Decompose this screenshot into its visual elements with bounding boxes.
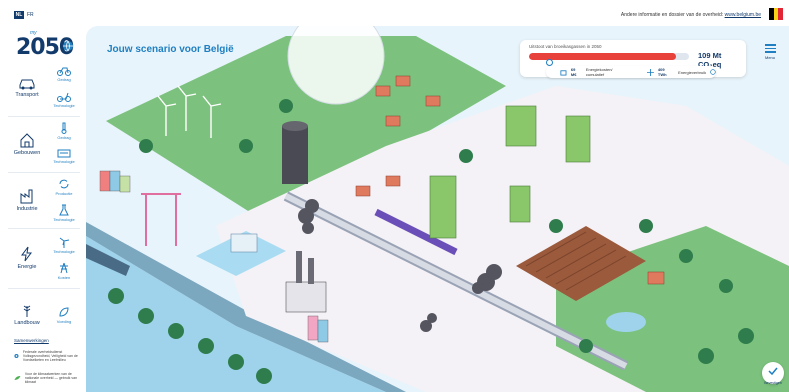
target-marker-icon xyxy=(546,59,553,66)
sub-label: Technologie xyxy=(53,103,75,108)
cost-value: 69 M€ xyxy=(570,67,577,77)
category-landbouw[interactable]: Landbouw xyxy=(6,302,48,326)
government-info: Andere informatie en dossier van de over… xyxy=(621,12,761,18)
sub-label: Productie xyxy=(55,191,73,196)
leaf-icon xyxy=(59,307,69,317)
category-transport[interactable]: Transport xyxy=(6,76,48,98)
menu-label: Menu xyxy=(764,54,775,60)
cost-label: Energiekosten/ cumulatief xyxy=(585,67,613,77)
sub-label: Technologie xyxy=(53,159,75,164)
category-industrie[interactable]: Industrie xyxy=(6,188,48,212)
category-label: Landbouw xyxy=(14,320,40,326)
sub-industrie-technologie[interactable]: Technologie xyxy=(50,204,78,222)
sub-transport-technologie[interactable]: Technologie xyxy=(50,92,78,108)
cost-icon xyxy=(560,69,567,76)
house-icon xyxy=(20,133,34,148)
hamburger-icon xyxy=(764,44,776,46)
sub-transport-gedrag[interactable]: Gedrag xyxy=(50,66,78,82)
sub-landbouw-voeding[interactable]: Voeding xyxy=(50,306,78,324)
scooter-icon xyxy=(57,92,71,102)
sub-energie-kosten[interactable]: Kosten xyxy=(50,262,78,280)
sub-label: Gedrag xyxy=(57,77,71,82)
sub-label: Technologie xyxy=(53,249,75,254)
hamburger-line xyxy=(764,51,776,53)
category-label: Industrie xyxy=(16,206,38,212)
emissions-bar xyxy=(529,53,689,60)
validate-label: Bevestigen xyxy=(764,381,782,385)
language-nl-button[interactable]: NL xyxy=(14,11,24,19)
climate-logo-icon xyxy=(14,376,21,380)
divider xyxy=(8,228,80,229)
belgium-link[interactable]: www.belgium.be xyxy=(725,12,761,18)
recycle-icon xyxy=(59,179,69,189)
energy-icon xyxy=(647,68,654,76)
validate-button[interactable]: Bevestigen xyxy=(762,362,784,385)
language-fr-button[interactable]: FR xyxy=(27,11,34,19)
partner-climate[interactable]: Voor de klimaatwerken van de nationale o… xyxy=(14,372,80,384)
heat-pump-icon xyxy=(57,149,71,158)
checkmark-icon xyxy=(768,367,778,376)
info-icon[interactable] xyxy=(710,69,716,75)
sub-energie-technologie[interactable]: Technologie xyxy=(50,236,78,254)
pylon-icon xyxy=(60,262,68,274)
energy-value: 409 TWh xyxy=(657,67,667,77)
partner-text: Federale overheidsdienst Volksgezondheid… xyxy=(22,350,78,362)
energy-label: Energieverbruik xyxy=(678,69,707,75)
category-label: Energie xyxy=(17,264,37,270)
lightning-icon xyxy=(21,246,32,262)
category-gebouwen[interactable]: Gebouwen xyxy=(6,132,48,156)
category-energie[interactable]: Energie xyxy=(6,246,48,270)
car-icon xyxy=(19,79,35,90)
sub-gebouwen-gedrag[interactable]: Gedrag xyxy=(50,122,78,140)
thermometer-icon xyxy=(61,122,67,134)
menu-button[interactable]: Menu xyxy=(760,42,780,60)
partner-text: Voor de klimaatwerken van de nationale o… xyxy=(24,372,78,384)
wheat-icon xyxy=(23,305,31,317)
factory-icon xyxy=(20,189,33,204)
category-label: Gebouwen xyxy=(13,150,41,156)
logo[interactable]: my 2050 xyxy=(16,30,76,60)
page-title: Jouw scenario voor België xyxy=(107,44,234,55)
sub-industrie-productie[interactable]: Productie xyxy=(50,178,78,196)
stats-strip[interactable]: 69 M€ Energiekosten/ cumulatief 409 TWh … xyxy=(546,66,716,78)
flask-icon xyxy=(59,204,69,216)
city-illustration xyxy=(86,26,789,392)
sub-label: Voeding xyxy=(56,319,72,324)
globe-icon xyxy=(63,40,73,52)
divider xyxy=(8,172,80,173)
hamburger-line xyxy=(764,47,776,49)
divider xyxy=(8,288,80,289)
fod-logo-icon xyxy=(14,353,19,359)
sub-gebouwen-technologie[interactable]: Technologie xyxy=(50,148,78,164)
bicycle-icon xyxy=(57,67,71,76)
scenario-map[interactable] xyxy=(86,26,789,392)
belgian-flag-icon xyxy=(769,8,784,20)
sub-label: Technologie xyxy=(53,217,75,222)
top-bar: NL FR Andere informatie en dossier van d… xyxy=(0,0,789,26)
partners-link[interactable]: Samenwerkingen xyxy=(14,338,49,343)
emissions-label: Uitstoot van broeikasgassen in 2050 xyxy=(529,44,602,49)
divider xyxy=(8,116,80,117)
sub-label: Kosten xyxy=(57,275,71,280)
category-label: Transport xyxy=(15,92,39,98)
sub-label: Gedrag xyxy=(57,135,71,140)
sidebar: my 2050 Transport Gedrag Technologie Geb… xyxy=(0,26,86,392)
government-info-text: Andere informatie en dossier van de over… xyxy=(620,12,724,18)
partner-fod[interactable]: Federale overheidsdienst Volksgezondheid… xyxy=(14,350,80,362)
wind-turbine-icon xyxy=(59,237,70,248)
